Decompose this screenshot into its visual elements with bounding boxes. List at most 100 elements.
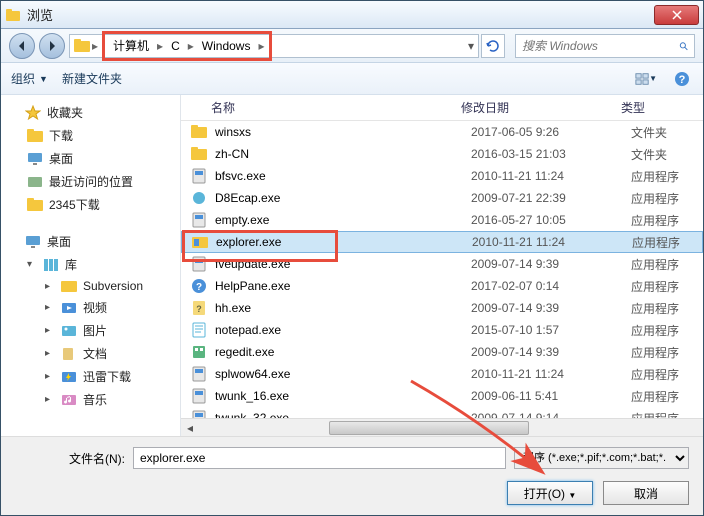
help-icon: ? bbox=[674, 71, 690, 87]
recent-icon bbox=[27, 175, 43, 189]
forward-button[interactable] bbox=[39, 33, 65, 59]
file-type: 应用程序 bbox=[631, 168, 679, 185]
sidebar-libraries[interactable]: ▾库 bbox=[5, 253, 176, 276]
file-type: 应用程序 bbox=[631, 300, 679, 317]
sidebar-recent[interactable]: 最近访问的位置 bbox=[5, 170, 176, 193]
file-row[interactable]: twunk_32.exe2009-07-14 9:14应用程序 bbox=[181, 407, 703, 418]
sidebar-music[interactable]: ▸音乐 bbox=[5, 388, 176, 411]
file-name: hh.exe bbox=[215, 301, 471, 315]
caret-right-icon: ▸ bbox=[45, 348, 55, 359]
file-date: 2010-11-21 11:24 bbox=[472, 235, 632, 249]
file-name: splwow64.exe bbox=[215, 367, 471, 381]
filename-input[interactable] bbox=[133, 447, 506, 469]
file-date: 2016-05-27 10:05 bbox=[471, 213, 631, 227]
file-name: D8Ecap.exe bbox=[215, 191, 471, 205]
column-date[interactable]: 修改日期 bbox=[461, 99, 621, 116]
refresh-button[interactable] bbox=[481, 34, 505, 58]
scrollbar-horizontal[interactable]: ◂ bbox=[181, 418, 703, 436]
file-row[interactable]: fveupdate.exe2009-07-14 9:39应用程序 bbox=[181, 253, 703, 275]
scroll-left-icon[interactable]: ◂ bbox=[181, 421, 199, 435]
file-name: twunk_16.exe bbox=[215, 389, 471, 403]
exe-icon bbox=[191, 256, 207, 272]
file-row[interactable]: zh-CN2016-03-15 21:03文件夹 bbox=[181, 143, 703, 165]
breadcrumb-computer[interactable]: 计算机 bbox=[107, 37, 155, 54]
file-row[interactable]: notepad.exe2015-07-10 1:57应用程序 bbox=[181, 319, 703, 341]
column-name[interactable]: 名称 bbox=[181, 99, 461, 116]
sidebar-desktop-root[interactable]: 桌面 bbox=[5, 230, 176, 253]
file-row[interactable]: ?HelpPane.exe2017-02-07 0:14应用程序 bbox=[181, 275, 703, 297]
open-button[interactable]: 打开(O) ▼ bbox=[507, 481, 593, 505]
filename-label: 文件名(N): bbox=[15, 450, 125, 467]
search-input[interactable] bbox=[522, 39, 679, 53]
file-name: notepad.exe bbox=[215, 323, 471, 337]
folder-icon bbox=[191, 146, 207, 162]
cancel-button[interactable]: 取消 bbox=[603, 481, 689, 505]
sidebar-pictures[interactable]: ▸图片 bbox=[5, 319, 176, 342]
file-row[interactable]: winsxs2017-06-05 9:26文件夹 bbox=[181, 121, 703, 143]
exe-icon bbox=[191, 168, 207, 184]
search-icon bbox=[679, 39, 688, 53]
close-button[interactable] bbox=[654, 5, 699, 25]
file-row[interactable]: D8Ecap.exe2009-07-21 22:39应用程序 bbox=[181, 187, 703, 209]
filter-select[interactable]: 程序 (*.exe;*.pif;*.com;*.bat;*. bbox=[514, 447, 689, 469]
caret-right-icon: ▸ bbox=[45, 325, 55, 336]
chevron-down-icon[interactable]: ▾ bbox=[468, 39, 474, 53]
sidebar-thunder[interactable]: ▸迅雷下载 bbox=[5, 365, 176, 388]
sidebar-documents[interactable]: ▸文档 bbox=[5, 342, 176, 365]
breadcrumb-c[interactable]: C bbox=[165, 39, 186, 53]
file-row[interactable]: splwow64.exe2010-11-21 11:24应用程序 bbox=[181, 363, 703, 385]
file-date: 2009-07-14 9:39 bbox=[471, 345, 631, 359]
file-row[interactable]: explorer.exe2010-11-21 11:24应用程序 bbox=[181, 231, 703, 253]
breadcrumb[interactable]: ▸ 计算机 ▸ C ▸ Windows ▸ ▾ bbox=[69, 34, 479, 58]
sidebar-downloads[interactable]: 下载 bbox=[5, 124, 176, 147]
file-type: 应用程序 bbox=[631, 388, 679, 405]
view-menu[interactable]: ▼ bbox=[635, 68, 657, 90]
file-name: empty.exe bbox=[215, 213, 471, 227]
file-type: 应用程序 bbox=[631, 322, 679, 339]
sidebar-subversion[interactable]: ▸Subversion bbox=[5, 276, 176, 296]
file-name: winsxs bbox=[215, 125, 471, 139]
file-type: 应用程序 bbox=[631, 212, 679, 229]
file-row[interactable]: bfsvc.exe2010-11-21 11:24应用程序 bbox=[181, 165, 703, 187]
file-list: 名称 修改日期 类型 winsxs2017-06-05 9:26文件夹zh-CN… bbox=[181, 95, 703, 436]
list-body[interactable]: winsxs2017-06-05 9:26文件夹zh-CN2016-03-15 … bbox=[181, 121, 703, 418]
column-type[interactable]: 类型 bbox=[621, 99, 703, 116]
organize-menu[interactable]: 组织 ▼ bbox=[11, 70, 48, 87]
library-icon bbox=[43, 258, 59, 272]
file-name: bfsvc.exe bbox=[215, 169, 471, 183]
file-date: 2009-07-14 9:14 bbox=[471, 411, 631, 418]
caret-right-icon: ▸ bbox=[45, 371, 55, 382]
new-folder-button[interactable]: 新建文件夹 bbox=[62, 70, 122, 87]
file-date: 2010-11-21 11:24 bbox=[471, 169, 631, 183]
file-type: 应用程序 bbox=[631, 256, 679, 273]
file-date: 2017-02-07 0:14 bbox=[471, 279, 631, 293]
file-row[interactable]: regedit.exe2009-07-14 9:39应用程序 bbox=[181, 341, 703, 363]
folder-icon bbox=[27, 198, 43, 212]
file-date: 2016-03-15 21:03 bbox=[471, 147, 631, 161]
bottom-panel: 文件名(N): 程序 (*.exe;*.pif;*.com;*.bat;*. 打… bbox=[1, 436, 703, 515]
sidebar-2345[interactable]: 2345下载 bbox=[5, 193, 176, 216]
back-button[interactable] bbox=[9, 33, 35, 59]
music-icon bbox=[61, 393, 77, 407]
notepad-icon bbox=[191, 322, 207, 338]
caret-right-icon: ▸ bbox=[45, 394, 55, 405]
file-row[interactable]: ?hh.exe2009-07-14 9:39应用程序 bbox=[181, 297, 703, 319]
scroll-thumb[interactable] bbox=[329, 421, 529, 435]
sidebar-desktop[interactable]: 桌面 bbox=[5, 147, 176, 170]
help-button[interactable]: ? bbox=[671, 68, 693, 90]
file-row[interactable]: empty.exe2016-05-27 10:05应用程序 bbox=[181, 209, 703, 231]
sidebar-video[interactable]: ▸视频 bbox=[5, 296, 176, 319]
folder-icon bbox=[74, 39, 90, 53]
chevron-down-icon: ▼ bbox=[39, 74, 48, 84]
file-dialog: 浏览 ▸ 计算机 ▸ C ▸ Windows ▸ ▾ bbox=[0, 0, 704, 516]
file-date: 2009-06-11 5:41 bbox=[471, 389, 631, 403]
caret-down-icon: ▾ bbox=[27, 259, 37, 270]
file-name: regedit.exe bbox=[215, 345, 471, 359]
file-date: 2017-06-05 9:26 bbox=[471, 125, 631, 139]
file-name: explorer.exe bbox=[216, 235, 472, 249]
search-box[interactable] bbox=[515, 34, 695, 58]
file-row[interactable]: twunk_16.exe2009-06-11 5:41应用程序 bbox=[181, 385, 703, 407]
sidebar: 收藏夹 下载 桌面 最近访问的位置 2345下载 桌面 ▾库 ▸Subversi… bbox=[1, 95, 181, 436]
sidebar-favorites[interactable]: 收藏夹 bbox=[5, 101, 176, 124]
breadcrumb-windows[interactable]: Windows bbox=[196, 39, 257, 53]
